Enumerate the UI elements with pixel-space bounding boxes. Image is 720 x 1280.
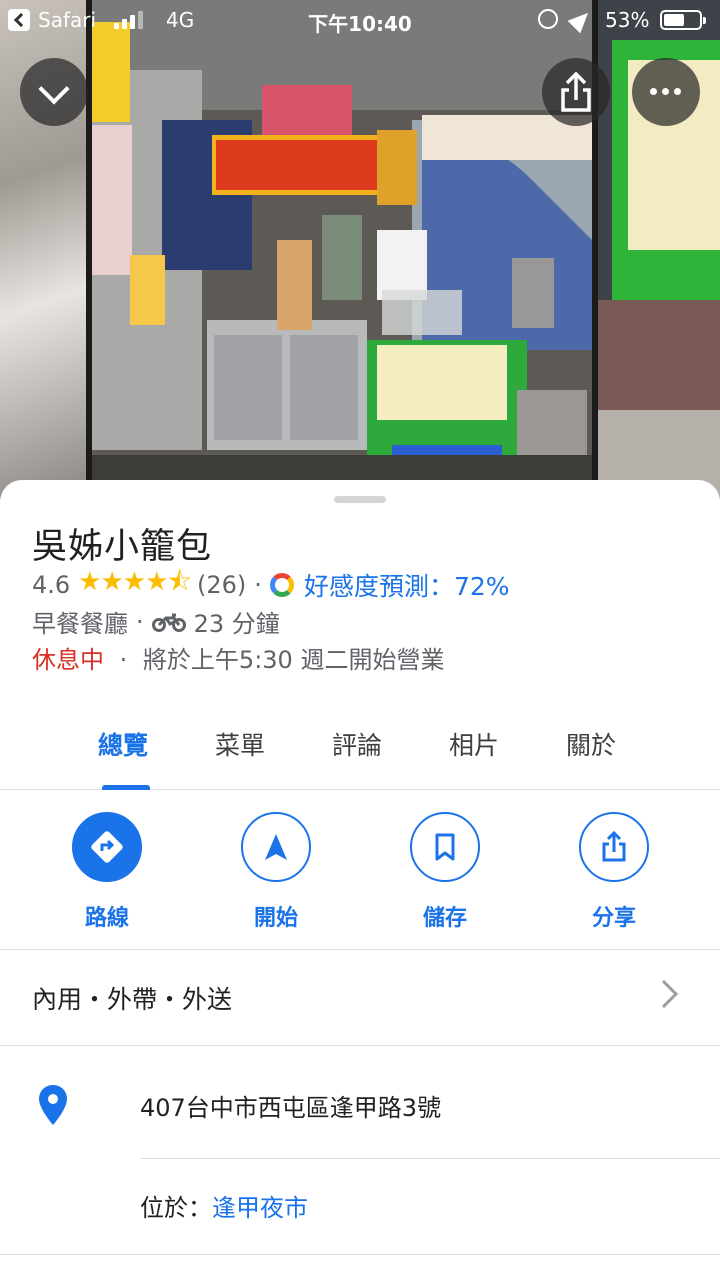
location-pin-icon [39, 1085, 67, 1125]
battery-icon [660, 10, 706, 30]
separator: · [136, 607, 144, 636]
separator: · [254, 571, 262, 599]
place-category: 早餐餐廳 [32, 610, 128, 638]
share-icon [602, 830, 626, 862]
status-bar: Safari 4G 下午10:40 53% [0, 0, 720, 40]
tab-photos[interactable]: 相片 [449, 726, 499, 762]
action-buttons: 路線 開始 儲存 分享 [0, 790, 720, 950]
open-status: 休息中 [32, 646, 104, 674]
divider [0, 1254, 720, 1255]
chevron-right-icon [649, 979, 679, 1009]
located-in-link[interactable]: 逢甲夜市 [212, 1194, 308, 1222]
motorcycle-icon [151, 613, 186, 632]
directions-icon [91, 831, 123, 863]
tab-about[interactable]: 關於 [566, 726, 616, 762]
rating-stars-icon: ★★★★⯪ [78, 567, 192, 597]
opening-time: 將於上午5:30 週二開始營業 [142, 646, 445, 674]
share-icon [561, 71, 591, 112]
save-button-circle[interactable] [410, 812, 480, 882]
start-label: 開始 [253, 906, 298, 931]
tab-menu[interactable]: 菜單 [215, 726, 265, 762]
directions-label: 路線 [84, 906, 129, 931]
tab-reviews[interactable]: 評論 [332, 726, 382, 762]
drag-handle[interactable] [334, 496, 386, 503]
collapse-button[interactable] [20, 58, 88, 126]
stall-photo-illustration [92, 0, 592, 500]
bookmark-icon [435, 833, 455, 861]
located-in-prefix: 位於： [140, 1194, 212, 1222]
orientation-lock-icon [538, 9, 558, 29]
located-in-row: 位於：逢甲夜市 [140, 1188, 308, 1223]
rating-value: 4.6 [32, 571, 71, 599]
more-options-button[interactable] [632, 58, 700, 126]
google-match-icon [269, 573, 294, 597]
navigation-icon [265, 834, 287, 860]
save-label: 儲存 [422, 906, 467, 931]
hours-row[interactable]: 休息中 · 將於上午5:30 週二開始營業 [32, 640, 444, 675]
tab-bar: 總覽 菜單 評論 相片 關於 [0, 708, 720, 790]
place-sheet[interactable]: 吳姊小籠包 4.6 ★★★★⯪ (26) · 好感度預測：72% 早餐餐廳 · … [0, 480, 720, 1280]
rating-row: 4.6 ★★★★⯪ (26) · 好感度預測：72% [32, 567, 510, 603]
travel-time: 23 分鐘 [193, 610, 280, 638]
address-text[interactable]: 407台中市西屯區逢甲路3號 [140, 1088, 441, 1123]
address-row[interactable]: 407台中市西屯區逢甲路3號 [0, 1046, 720, 1158]
tab-overview[interactable]: 總覽 [98, 726, 148, 762]
place-title: 吳姊小籠包 [32, 527, 213, 567]
share-button-circle[interactable] [579, 812, 649, 882]
service-options: 內用・外帶・外送 [32, 985, 233, 1014]
more-dots-icon [650, 88, 682, 96]
divider [140, 1158, 720, 1159]
battery-percentage: 53% [605, 8, 650, 32]
match-score[interactable]: 好感度預測：72% [304, 567, 510, 603]
photo-carousel[interactable] [0, 0, 720, 500]
save-button[interactable]: 儲存 [385, 812, 505, 932]
category-row: 早餐餐廳 · 23 分鐘 [32, 604, 280, 639]
separator: · [119, 646, 128, 674]
share-photo-button[interactable] [542, 58, 610, 126]
share-button[interactable]: 分享 [554, 812, 674, 932]
review-count[interactable]: (26) [197, 571, 246, 599]
service-options-row[interactable]: 內用・外帶・外送 [0, 950, 720, 1046]
directions-button[interactable]: 路線 [47, 812, 167, 932]
share-label: 分享 [591, 906, 636, 931]
start-button[interactable]: 開始 [216, 812, 336, 932]
start-button-circle[interactable] [241, 812, 311, 882]
photo-main[interactable] [92, 0, 592, 500]
directions-button-circle[interactable] [72, 812, 142, 882]
